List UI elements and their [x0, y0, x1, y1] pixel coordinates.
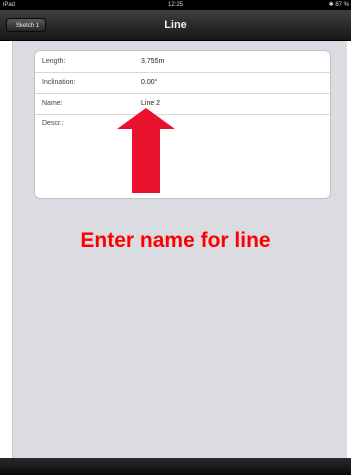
length-row: Length: 3.755m: [35, 51, 330, 73]
back-button[interactable]: Sketch 1: [6, 18, 46, 32]
inclination-value: 0.00°: [141, 79, 158, 86]
navigation-bar: Line Sketch 1: [0, 10, 351, 41]
name-label: Name:: [42, 100, 63, 107]
status-bar: iPad 12:25 ✱ 87 %: [0, 0, 351, 10]
battery-indicator: ✱ 87 %: [328, 2, 349, 8]
status-time: 12:25: [167, 2, 183, 8]
arrow-shape: [117, 108, 175, 193]
inclination-row: Inclination: 0.00°: [35, 72, 330, 94]
page-title: Line: [164, 19, 187, 31]
line-properties-form: Length: 3.755m Inclination: 0.00° Name: …: [34, 50, 331, 199]
ipad-screen: iPad 12:25 ✱ 87 % Line Sketch 1 Length: …: [0, 0, 351, 475]
description-row[interactable]: Descr.:: [35, 114, 330, 198]
length-label: Length:: [42, 58, 66, 65]
name-row[interactable]: Name: Line 2: [35, 93, 330, 115]
bottom-toolbar: [0, 458, 351, 475]
up-arrow-icon: [117, 108, 175, 193]
annotation-text: Enter name for line: [80, 229, 271, 252]
inclination-label: Inclination:: [42, 79, 76, 86]
length-value: 3.755m: [141, 58, 165, 65]
description-label: Descr.:: [42, 120, 64, 127]
